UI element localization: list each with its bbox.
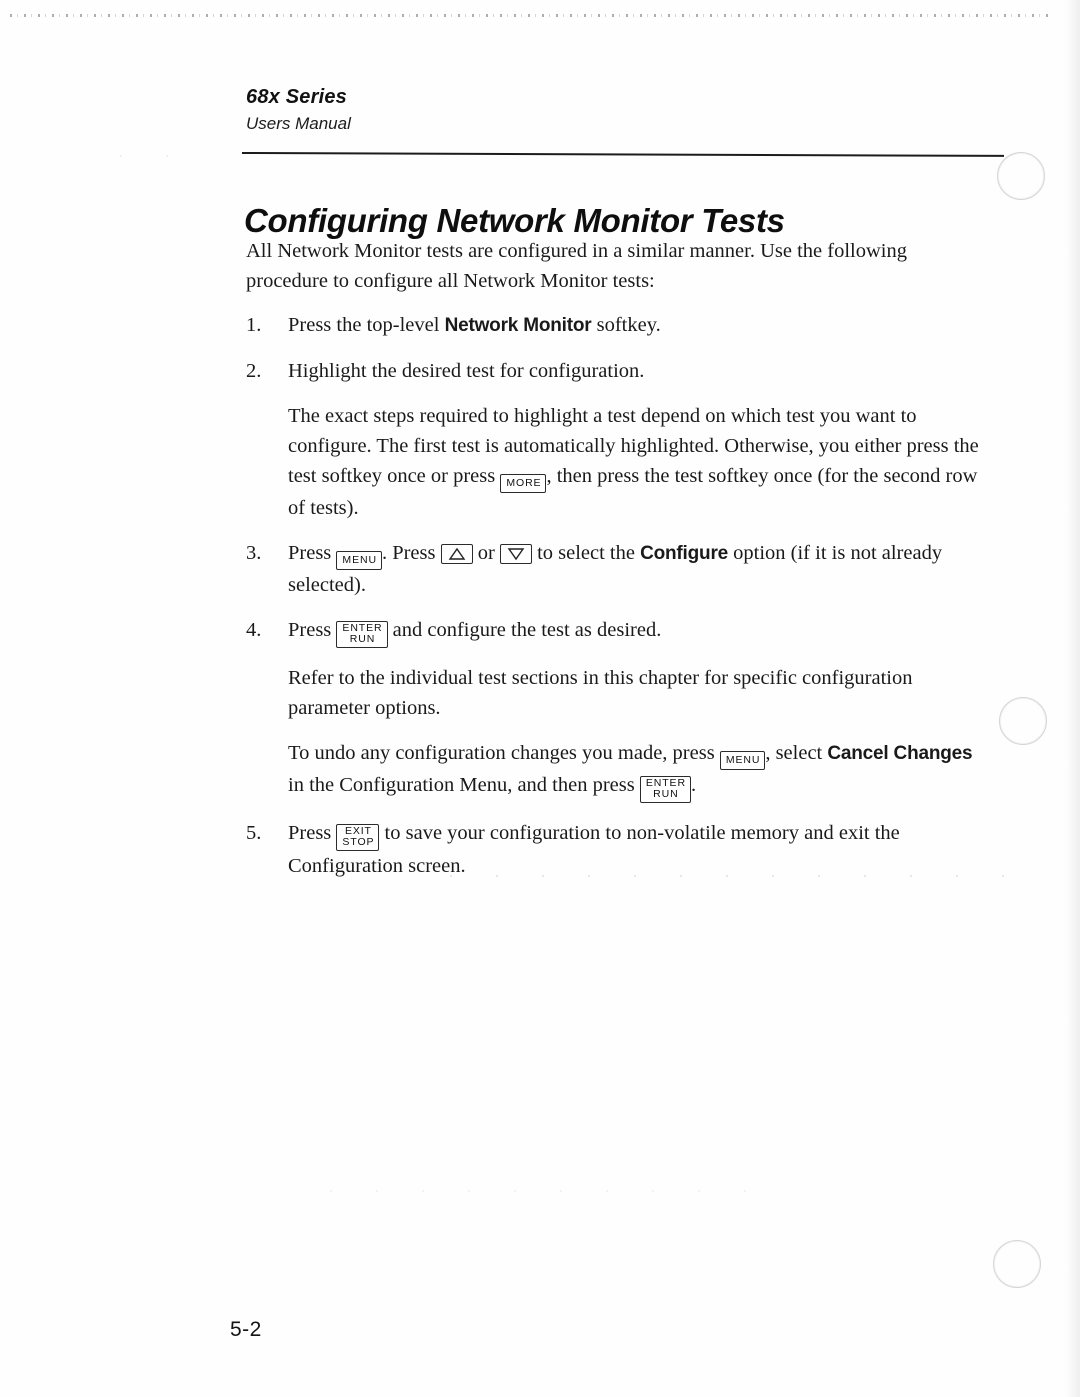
step-text-part: or — [472, 542, 500, 564]
softkey-name-network-monitor: Network Monitor — [444, 315, 592, 336]
running-header: 68x Series Users Manual — [246, 86, 946, 134]
enter-run-key-icon: ENTER RUN — [336, 621, 388, 648]
step-text-part: to select the — [531, 542, 641, 564]
procedure-step: 2. Highlight the desired test for config… — [246, 356, 986, 386]
enter-run-key-bottom-label: RUN — [653, 788, 679, 800]
page-title: Configuring Network Monitor Tests — [244, 202, 785, 240]
punch-hole-artifact — [993, 1240, 1041, 1288]
manual-series-title: 68x Series — [246, 86, 347, 108]
exit-stop-key-icon: EXIT STOP — [336, 824, 380, 851]
procedure-step: 3. Press MENU. Press or to select the Co… — [246, 538, 986, 600]
step-note-undo: To undo any configuration changes you ma… — [246, 738, 986, 803]
page-edge-shading — [1066, 0, 1080, 1397]
intro-paragraph: All Network Monitor tests are configured… — [246, 240, 907, 292]
step-text-part: Press — [288, 822, 337, 844]
menu-key-icon: MENU — [336, 551, 382, 570]
more-key-icon: MORE — [500, 474, 547, 493]
menu-option-cancel-changes: Cancel Changes — [827, 743, 973, 764]
menu-option-configure: Configure — [640, 543, 729, 564]
step-text-part: . Press — [381, 542, 441, 564]
scan-speckle-artifact — [330, 1190, 750, 1192]
step-text-part: softkey. — [591, 314, 661, 336]
page-body: All Network Monitor tests are configured… — [246, 236, 986, 896]
menu-key-icon: MENU — [719, 751, 766, 770]
note-text-part: . — [690, 774, 697, 796]
enter-run-key-icon: ENTER RUN — [639, 776, 691, 803]
step-text-part: Press — [288, 619, 337, 641]
procedure-step: 5. Press EXIT STOP to save your configura… — [246, 818, 986, 881]
enter-run-key-bottom-label: RUN — [349, 633, 376, 645]
step-number: 1. — [246, 314, 262, 336]
procedure-step: 4. Press ENTER RUN and configure the test… — [246, 615, 986, 648]
procedure-step-list: 1. Press the top-level Network Monitor s… — [246, 310, 986, 386]
procedure-step-list-final: 5. Press EXIT STOP to save your configura… — [246, 818, 986, 881]
step-note-highlight: The exact steps required to highlight a … — [246, 401, 986, 523]
scan-speckle-artifact — [120, 155, 180, 157]
manual-subtitle: Users Manual — [246, 114, 351, 133]
punch-hole-artifact — [997, 152, 1045, 200]
step-number: 4. — [246, 619, 262, 641]
step-text-part: Highlight the desired test for configura… — [288, 360, 645, 382]
header-divider-rule — [241, 152, 1004, 157]
document-page: 68x Series Users Manual Configuring Netw… — [0, 0, 1080, 1397]
scan-edge-artifact — [10, 14, 1050, 17]
punch-hole-artifact — [999, 697, 1047, 745]
exit-stop-key-bottom-label: STOP — [342, 836, 375, 848]
procedure-step: 1. Press the top-level Network Monitor s… — [246, 310, 986, 341]
note-text-part: , select — [765, 742, 828, 764]
step-text-part: Press the top-level — [288, 314, 445, 336]
page-number: 5-2 — [230, 1318, 262, 1341]
up-arrow-key-icon — [440, 544, 473, 564]
step-number: 2. — [246, 360, 262, 382]
note-text-part: in the Configuration Menu, and then pres… — [288, 774, 640, 796]
step-text-part: to save your configuration to non-volati… — [288, 822, 900, 877]
step-note-refer: Refer to the individual test sections in… — [288, 667, 913, 719]
step-text-part: Press — [288, 542, 337, 564]
step-number: 3. — [246, 542, 262, 564]
step-text-part: and configure the test as desired. — [387, 619, 662, 641]
down-arrow-key-icon — [499, 544, 532, 564]
note-text-part: To undo any configuration changes you ma… — [288, 742, 720, 764]
procedure-step-list-continued: 3. Press MENU. Press or to select the Co… — [246, 538, 986, 648]
step-number: 5. — [246, 822, 262, 844]
